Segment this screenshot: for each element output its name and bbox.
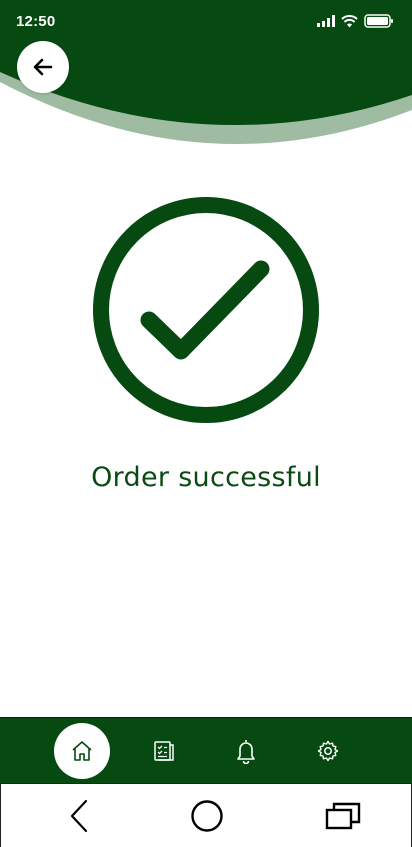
- nav-settings[interactable]: [300, 718, 356, 784]
- back-icon: [70, 799, 88, 833]
- wifi-icon: [341, 14, 358, 27]
- gear-icon: [317, 740, 339, 762]
- back-button[interactable]: [17, 41, 69, 93]
- system-recent-apps-button[interactable]: [323, 798, 363, 834]
- bottom-nav: [0, 717, 412, 783]
- battery-icon: [364, 14, 393, 28]
- check-circle-icon: [93, 197, 319, 423]
- system-home-button[interactable]: [187, 798, 227, 834]
- orders-list-icon: [154, 741, 174, 761]
- success-message: Order successful: [91, 462, 321, 493]
- system-back-button[interactable]: [59, 798, 99, 834]
- signal-icon: [317, 15, 335, 27]
- nav-orders[interactable]: [136, 718, 192, 784]
- nav-home[interactable]: [54, 718, 110, 784]
- status-time: 12:50: [16, 12, 56, 30]
- arrow-left-icon: [33, 58, 53, 76]
- nav-notifications[interactable]: [218, 718, 274, 784]
- system-nav-bar: [0, 783, 412, 847]
- bell-icon: [237, 740, 255, 764]
- home-circle-icon: [191, 800, 223, 832]
- status-bar: 12:50: [0, 0, 412, 42]
- home-icon: [72, 741, 92, 761]
- recent-apps-icon: [325, 802, 361, 830]
- status-icons: [317, 14, 394, 28]
